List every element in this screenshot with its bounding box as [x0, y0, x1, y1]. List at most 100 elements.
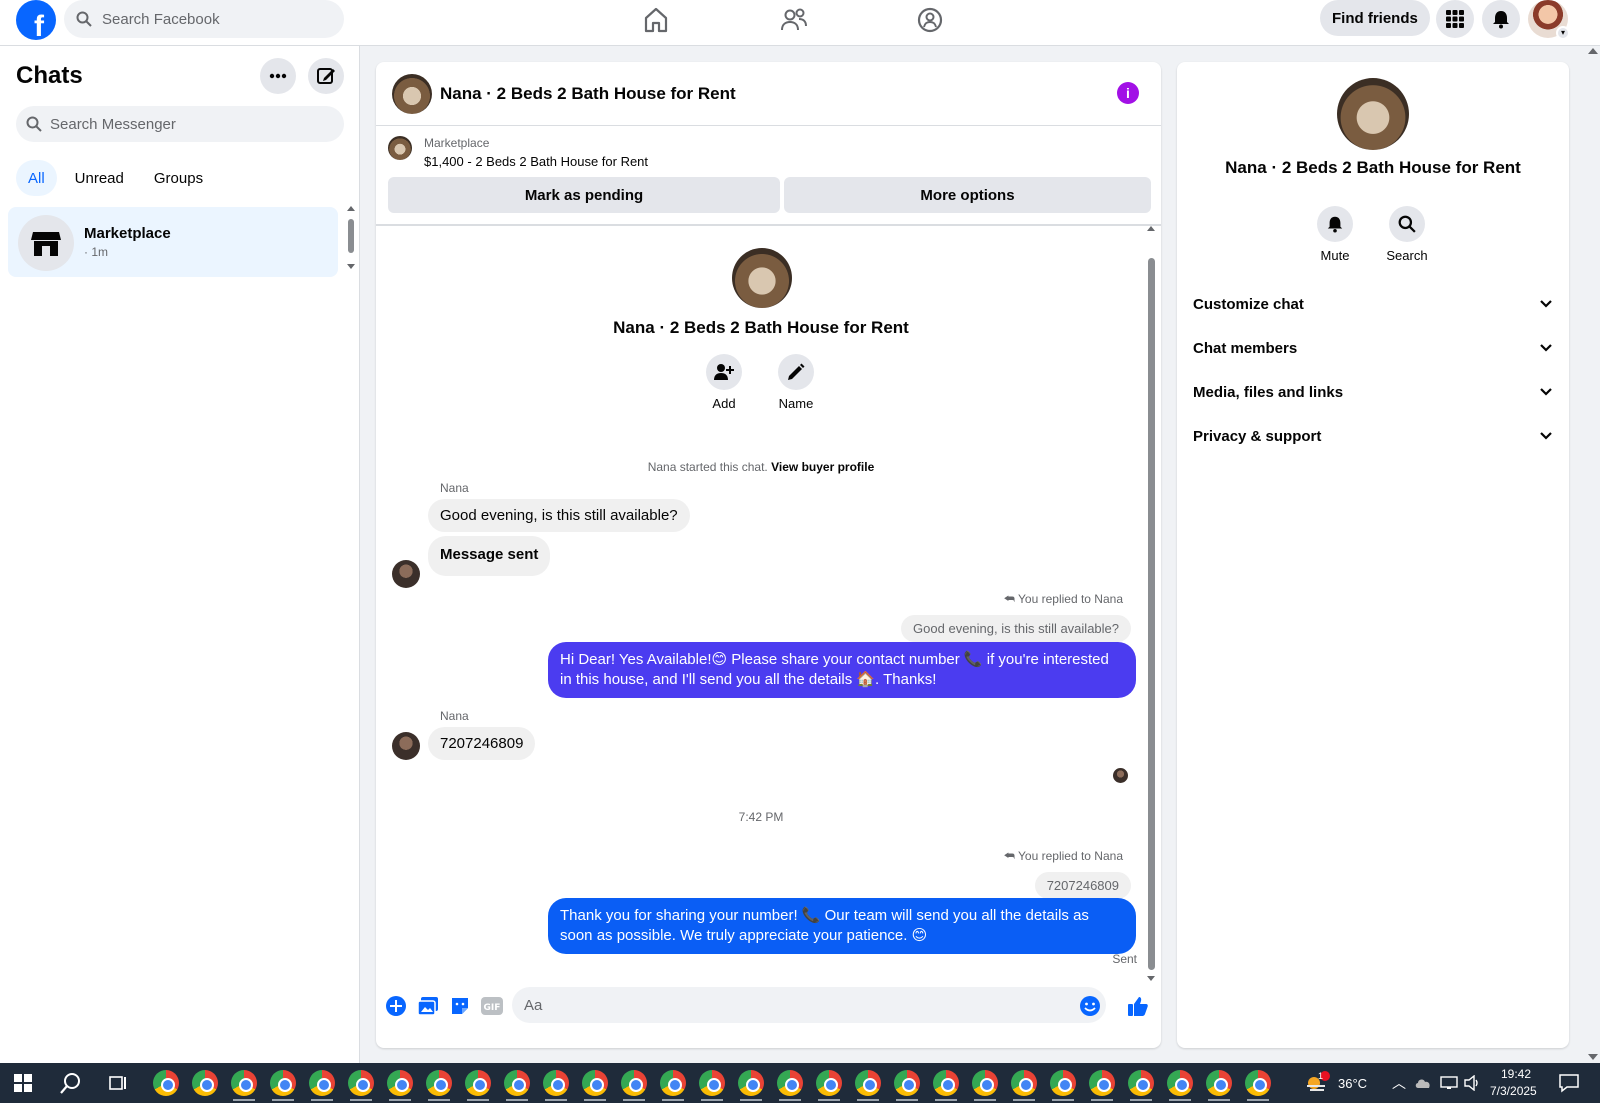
compose-icon	[317, 68, 335, 84]
browser-window-icon[interactable]	[504, 1070, 530, 1096]
incoming-message-status[interactable]: Message sent	[428, 536, 551, 576]
outgoing-message[interactable]: Hi Dear! Yes Available!😊 Please share yo…	[548, 642, 1136, 698]
view-buyer-profile-link[interactable]: View buyer profile	[771, 460, 874, 474]
clock-time[interactable]: 19:42	[1501, 1067, 1531, 1081]
filter-tab-unread[interactable]: Unread	[63, 160, 136, 196]
mute-button[interactable]: Mute	[1305, 206, 1365, 263]
browser-window-icon[interactable]	[348, 1070, 374, 1096]
emoji-button[interactable]	[1078, 994, 1102, 1018]
notifications-button[interactable]	[1482, 0, 1520, 38]
browser-window-icon[interactable]	[972, 1070, 998, 1096]
browser-window-icon[interactable]	[1128, 1070, 1154, 1096]
find-friends-button[interactable]: Find friends	[1320, 0, 1430, 36]
add-member-button[interactable]: Add	[694, 354, 754, 411]
task-view-icon[interactable]	[108, 1073, 128, 1093]
browser-window-icon[interactable]	[777, 1070, 803, 1096]
chat-list-item-marketplace[interactable]: Marketplace · 1m	[8, 207, 338, 277]
mark-as-pending-button[interactable]: Mark as pending	[388, 177, 780, 213]
menu-button[interactable]	[1436, 0, 1474, 38]
filter-tab-groups[interactable]: Groups	[142, 160, 215, 196]
network-icon[interactable]	[1440, 1076, 1458, 1090]
browser-window-icon[interactable]	[543, 1070, 569, 1096]
browser-window-icon[interactable]	[855, 1070, 881, 1096]
browser-window-icon[interactable]	[309, 1070, 335, 1096]
listing-avatar[interactable]	[392, 74, 432, 114]
incoming-message[interactable]: 7207246809	[428, 727, 536, 760]
browser-window-icon[interactable]	[894, 1070, 920, 1096]
facebook-search-box[interactable]	[64, 0, 344, 38]
notification-center-icon[interactable]	[1558, 1073, 1580, 1093]
customize-chat-section[interactable]: Customize chat	[1193, 286, 1553, 322]
browser-window-icon[interactable]	[426, 1070, 452, 1096]
browser-window-icon[interactable]	[1050, 1070, 1076, 1096]
delivery-status: Sent	[1112, 952, 1137, 966]
privacy-support-section[interactable]: Privacy & support	[1193, 418, 1553, 454]
weather-icon[interactable]	[1304, 1071, 1330, 1095]
info-icon[interactable]: i	[1117, 82, 1139, 104]
browser-window-icon[interactable]	[1167, 1070, 1193, 1096]
gif-button[interactable]: GIF	[480, 994, 504, 1018]
listing-price-title[interactable]: $1,400 - 2 Beds 2 Bath House for Rent	[424, 154, 648, 169]
page-scrollbar[interactable]	[1586, 46, 1600, 1063]
browser-window-icon[interactable]	[192, 1070, 218, 1096]
scrollbar-thumb[interactable]	[1148, 258, 1155, 970]
message-input[interactable]	[512, 987, 1106, 1023]
chat-info-panel: Nana · 2 Beds 2 Bath House for Rent Mute…	[1177, 62, 1569, 1048]
facebook-logo[interactable]: f	[16, 0, 56, 40]
browser-window-icon[interactable]	[699, 1070, 725, 1096]
volume-icon[interactable]	[1464, 1075, 1482, 1091]
quoted-message[interactable]: 7207246809	[1034, 872, 1131, 899]
chevron-up-icon[interactable]: ︿	[1392, 1073, 1406, 1093]
browser-window-icon[interactable]	[231, 1070, 257, 1096]
clock-date[interactable]: 7/3/2025	[1490, 1084, 1537, 1098]
browser-window-icon[interactable]	[270, 1070, 296, 1096]
home-icon[interactable]	[640, 4, 672, 36]
incoming-message[interactable]: Good evening, is this still available?	[428, 499, 690, 532]
browser-window-icon[interactable]	[738, 1070, 764, 1096]
outgoing-message[interactable]: Thank you for sharing your number! 📞 Our…	[548, 898, 1136, 954]
new-message-button[interactable]	[308, 58, 344, 94]
media-files-links-section[interactable]: Media, files and links	[1193, 374, 1553, 410]
more-options-button[interactable]: More options	[784, 177, 1151, 213]
friends-icon[interactable]	[778, 4, 810, 36]
chats-sidebar: Chats All Unread Groups Marketplace · 1m	[0, 46, 360, 1063]
messenger-search-box[interactable]	[16, 106, 344, 142]
browser-window-icon[interactable]	[933, 1070, 959, 1096]
messenger-search-input[interactable]	[50, 115, 320, 133]
chat-options-button[interactable]	[260, 58, 296, 94]
browser-window-icon[interactable]	[816, 1070, 842, 1096]
sticker-button[interactable]	[448, 994, 472, 1018]
filter-tab-all[interactable]: All	[16, 160, 57, 196]
more-actions-button[interactable]	[384, 994, 408, 1018]
browser-window-icon[interactable]	[387, 1070, 413, 1096]
attach-photo-button[interactable]	[416, 994, 440, 1018]
chat-list-scrollbar[interactable]	[346, 206, 356, 270]
browser-window-icon[interactable]	[1089, 1070, 1115, 1096]
like-button[interactable]	[1126, 994, 1150, 1018]
cloud-icon[interactable]	[1414, 1076, 1432, 1090]
browser-window-icon[interactable]	[465, 1070, 491, 1096]
edit-name-button[interactable]: Name	[766, 354, 826, 411]
facebook-search-input[interactable]	[102, 10, 322, 28]
quoted-message[interactable]: Good evening, is this still available?	[901, 615, 1131, 642]
browser-window-icon[interactable]	[660, 1070, 686, 1096]
browser-window-icon[interactable]	[153, 1070, 179, 1096]
browser-window-icon[interactable]	[1206, 1070, 1232, 1096]
search-in-conversation-button[interactable]: Search	[1377, 206, 1437, 263]
browser-window-icon[interactable]	[1245, 1070, 1271, 1096]
running-indicator	[311, 1099, 333, 1101]
chat-members-section[interactable]: Chat members	[1193, 330, 1553, 366]
windows-start-icon[interactable]	[14, 1074, 32, 1092]
browser-window-icon[interactable]	[582, 1070, 608, 1096]
sender-avatar[interactable]	[392, 560, 420, 588]
chat-name: Marketplace	[84, 225, 171, 242]
browser-window-icon[interactable]	[621, 1070, 647, 1096]
conversation-title[interactable]: Nana · 2 Beds 2 Bath House for Rent	[440, 84, 736, 104]
groups-icon[interactable]	[914, 4, 946, 36]
sender-avatar[interactable]	[392, 732, 420, 760]
taskbar-search-icon[interactable]	[60, 1072, 82, 1094]
account-avatar[interactable]: ▾	[1528, 0, 1570, 40]
conversation-panel: Nana · 2 Beds 2 Bath House for Rent i Ma…	[376, 62, 1161, 1048]
photo-icon	[417, 997, 438, 1016]
browser-window-icon[interactable]	[1011, 1070, 1037, 1096]
